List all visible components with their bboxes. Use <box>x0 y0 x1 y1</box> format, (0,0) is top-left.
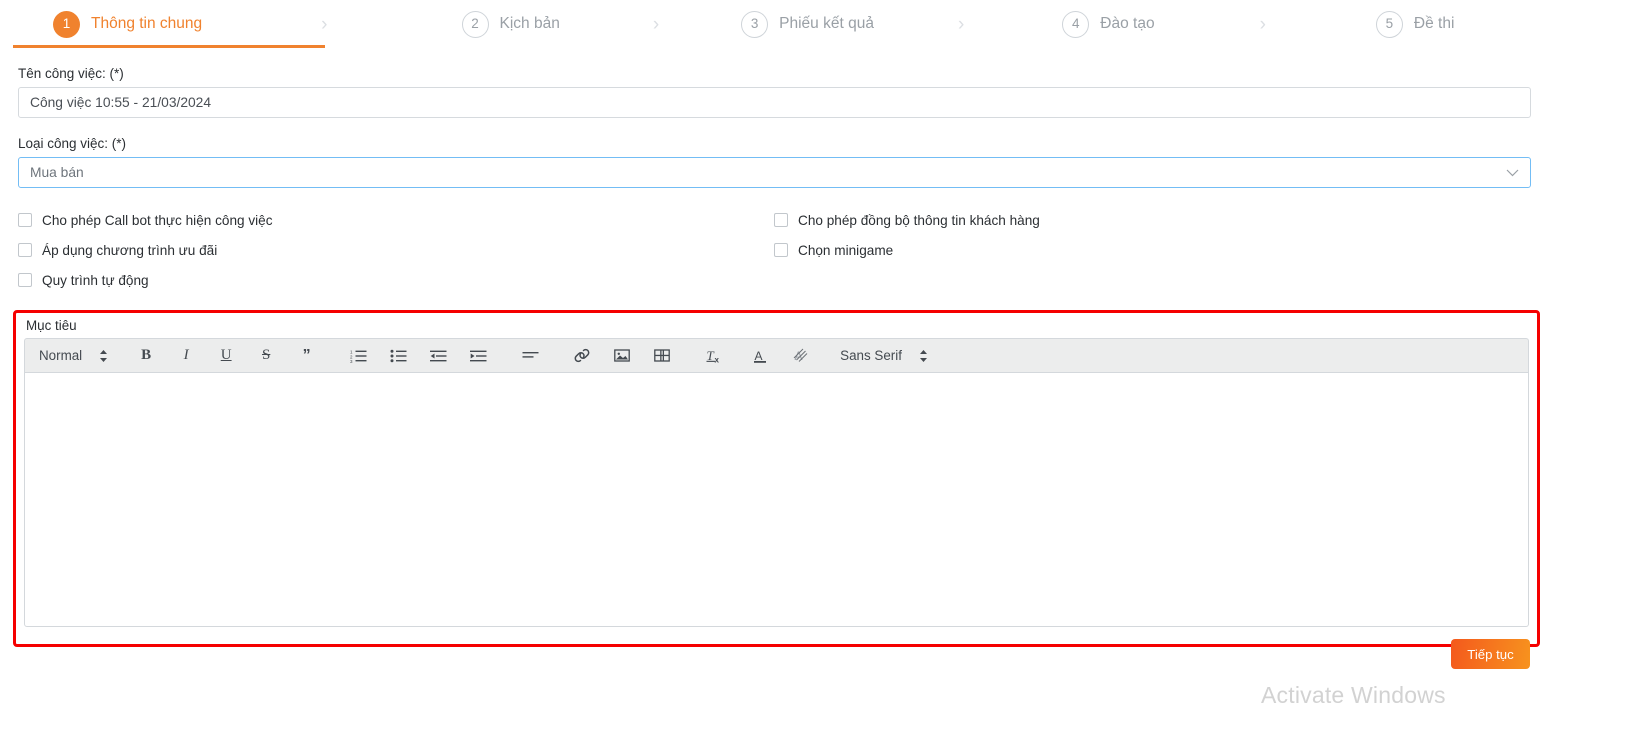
checkbox-label: Cho phép Call bot thực hiện công việc <box>42 212 273 228</box>
strikethrough-icon[interactable]: S <box>254 344 278 368</box>
step-separator-1-icon: › <box>321 13 328 35</box>
checkbox-select-minigame[interactable]: Chọn minigame <box>774 235 1040 265</box>
checkbox-column-right: Cho phép đồng bộ thông tin khách hàng Ch… <box>774 205 1040 265</box>
bold-icon[interactable]: B <box>134 344 158 368</box>
video-icon[interactable] <box>650 344 674 368</box>
font-family-picker[interactable]: Sans Serif <box>840 344 928 368</box>
step-separator-2-icon: › <box>652 13 660 35</box>
job-type-value: Mua bán <box>30 165 84 180</box>
step-4-label: Đào tạo <box>1100 15 1155 32</box>
step-4-dao-tao[interactable]: 4 Đào tạo <box>1062 10 1155 38</box>
checkbox-box-icon[interactable] <box>18 213 32 227</box>
step-separator-4-icon: › <box>1259 13 1266 35</box>
checkbox-auto-process[interactable]: Quy trình tự động <box>18 265 273 295</box>
checkbox-label: Cho phép đồng bộ thông tin khách hàng <box>798 212 1040 228</box>
indent-icon[interactable] <box>466 344 490 368</box>
checkbox-label: Quy trình tự động <box>42 272 149 288</box>
step-1-number: 1 <box>53 10 80 38</box>
step-progress-bar: 1 Thông tin chung › 2 Kịch bản › 3 Phiếu… <box>0 0 1649 48</box>
blockquote-icon[interactable]: ” <box>294 344 318 368</box>
svg-text:3: 3 <box>350 359 353 363</box>
general-info-form: Tên công việc: (*) Công việc 10:55 - 21/… <box>0 66 1649 293</box>
font-family-picker-label: Sans Serif <box>840 348 902 363</box>
page-root: 1 Thông tin chung › 2 Kịch bản › 3 Phiếu… <box>0 0 1649 741</box>
clear-format-icon[interactable]: T x <box>702 344 726 368</box>
objective-editor-highlighted-region: Mục tiêu Normal B I U S ” 1 2 3 T x A A … <box>13 310 1540 647</box>
step-5-de-thi[interactable]: 5 Đề thi <box>1375 10 1455 38</box>
job-name-value: Công việc 10:55 - 21/03/2024 <box>30 95 212 110</box>
step-5-label: Đề thi <box>1413 15 1455 32</box>
picker-arrow-icon <box>99 349 108 363</box>
checkbox-box-icon[interactable] <box>18 273 32 287</box>
step-2-number: 2 <box>461 10 489 38</box>
step-5-number: 5 <box>1375 10 1403 38</box>
checkbox-label: Áp dụng chương trình ưu đãi <box>42 242 218 258</box>
bullet-list-icon[interactable] <box>386 344 410 368</box>
active-step-underline <box>13 45 325 48</box>
chevron-down-icon <box>1506 169 1519 177</box>
step-4-number: 4 <box>1062 10 1090 38</box>
picker-arrow-icon <box>919 349 928 363</box>
step-1-thong-tin-chung[interactable]: 1 Thông tin chung <box>53 10 203 38</box>
checkbox-box-icon[interactable] <box>18 243 32 257</box>
checkbox-box-icon[interactable] <box>774 243 788 257</box>
font-color-icon[interactable]: A <box>748 344 772 368</box>
continue-button[interactable]: Tiếp tục <box>1451 639 1530 669</box>
step-3-number: 3 <box>741 10 769 38</box>
image-icon[interactable] <box>610 344 634 368</box>
svg-text:x: x <box>714 355 719 364</box>
job-type-label: Loại công việc: (*) <box>18 136 127 151</box>
highlight-color-icon[interactable]: A <box>788 344 812 368</box>
checkbox-box-icon[interactable] <box>774 213 788 227</box>
checkbox-sync-customer-info[interactable]: Cho phép đồng bộ thông tin khách hàng <box>774 205 1040 235</box>
editor-toolbar: Normal B I U S ” 1 2 3 T x A A Sans Seri… <box>24 338 1529 372</box>
objective-editor-content[interactable] <box>24 372 1529 627</box>
italic-icon[interactable]: I <box>174 344 198 368</box>
link-icon[interactable] <box>570 344 594 368</box>
checkbox-label: Chọn minigame <box>798 242 894 258</box>
options-checkbox-group: Cho phép Call bot thực hiện công việc Áp… <box>18 205 1631 293</box>
step-2-kich-ban[interactable]: 2 Kịch bản <box>461 10 560 38</box>
activate-windows-watermark: Activate Windows <box>1261 682 1446 708</box>
step-3-phieu-ket-qua[interactable]: 3 Phiếu kết quả <box>741 10 874 38</box>
svg-text:A: A <box>754 349 762 363</box>
format-picker-label: Normal <box>39 348 83 363</box>
objective-label: Mục tiêu <box>26 318 77 333</box>
job-name-input[interactable]: Công việc 10:55 - 21/03/2024 <box>18 87 1531 118</box>
underline-icon[interactable]: U <box>214 344 238 368</box>
format-picker[interactable]: Normal <box>39 344 108 368</box>
job-name-label: Tên công việc: (*) <box>18 66 124 81</box>
outdent-icon[interactable] <box>426 344 450 368</box>
checkbox-allow-callbot[interactable]: Cho phép Call bot thực hiện công việc <box>18 205 273 235</box>
step-2-label: Kịch bản <box>499 15 560 32</box>
job-type-select[interactable]: Mua bán <box>18 157 1531 188</box>
checkbox-apply-promotion[interactable]: Áp dụng chương trình ưu đãi <box>18 235 273 265</box>
checkbox-column-left: Cho phép Call bot thực hiện công việc Áp… <box>18 205 273 295</box>
step-separator-3-icon: › <box>957 13 965 35</box>
svg-text:T: T <box>706 348 714 363</box>
align-icon[interactable] <box>518 344 542 368</box>
step-3-label: Phiếu kết quả <box>779 15 874 32</box>
step-1-label: Thông tin chung <box>91 15 203 32</box>
ordered-list-icon[interactable]: 1 2 3 <box>346 344 370 368</box>
